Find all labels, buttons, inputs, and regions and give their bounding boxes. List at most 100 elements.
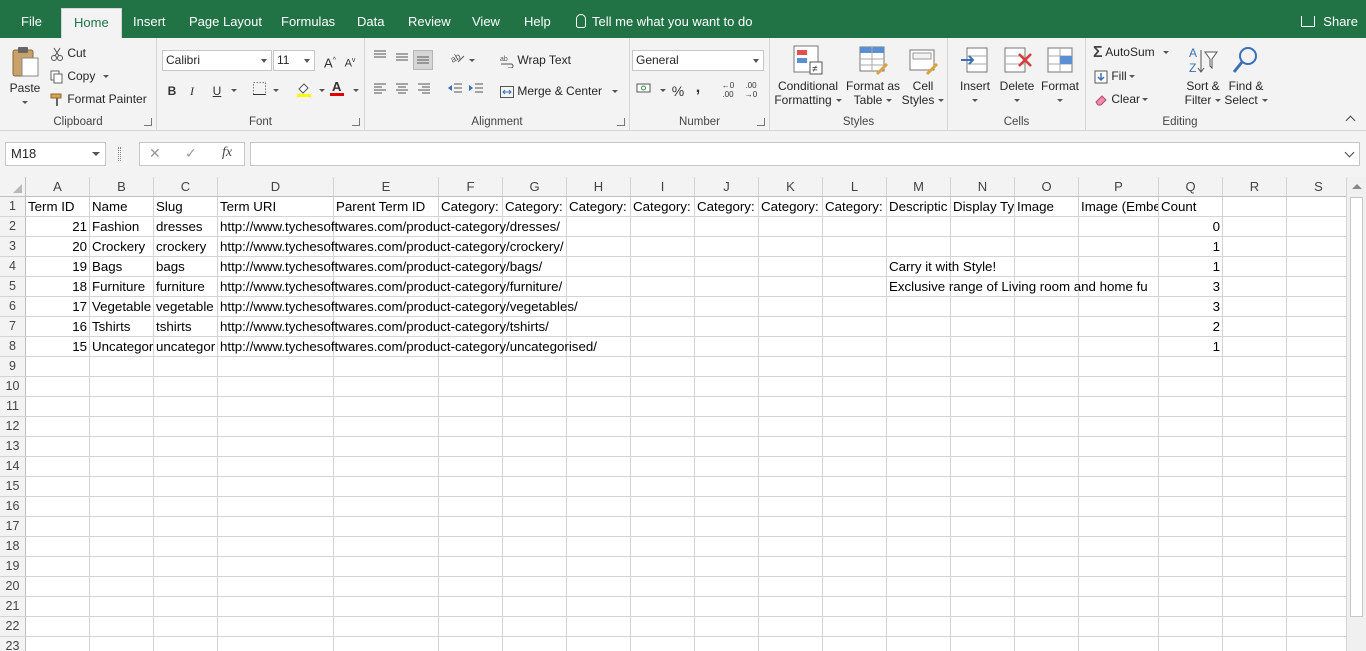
cell-o4[interactable]	[1015, 257, 1079, 277]
cell-p22[interactable]	[1079, 617, 1159, 637]
align-right-button[interactable]	[414, 81, 434, 101]
cell-c15[interactable]	[154, 477, 218, 497]
cell-l14[interactable]	[823, 457, 887, 477]
cell-j16[interactable]	[695, 497, 759, 517]
row-header-23[interactable]: 23	[0, 637, 26, 651]
cell-s21[interactable]	[1287, 597, 1346, 617]
tab-review[interactable]: Review	[406, 8, 453, 38]
cell-i4[interactable]	[631, 257, 695, 277]
cell-q6[interactable]: 3	[1159, 297, 1223, 317]
row-header-20[interactable]: 20	[0, 577, 26, 597]
cell-e14[interactable]	[334, 457, 439, 477]
row-header-9[interactable]: 9	[0, 357, 26, 377]
tab-insert[interactable]: Insert	[131, 8, 168, 38]
decrease-font-size-button[interactable]: Av	[340, 51, 360, 71]
row-header-4[interactable]: 4	[0, 257, 26, 277]
cell-s5[interactable]	[1287, 277, 1346, 297]
cell-r15[interactable]	[1223, 477, 1287, 497]
column-header-c[interactable]: C	[154, 177, 218, 197]
cell-e20[interactable]	[334, 577, 439, 597]
cell-r14[interactable]	[1223, 457, 1287, 477]
row-header-11[interactable]: 11	[0, 397, 26, 417]
cell-h3[interactable]	[567, 237, 631, 257]
cell-k21[interactable]	[759, 597, 823, 617]
cell-r22[interactable]	[1223, 617, 1287, 637]
cell-o20[interactable]	[1015, 577, 1079, 597]
increase-indent-button[interactable]	[466, 81, 486, 101]
cell-i3[interactable]	[631, 237, 695, 257]
cell-m15[interactable]	[887, 477, 951, 497]
cell-n6[interactable]	[951, 297, 1015, 317]
cell-r3[interactable]	[1223, 237, 1287, 257]
cell-n23[interactable]	[951, 637, 1015, 651]
cell-c4[interactable]: bags	[154, 257, 218, 277]
cell-o18[interactable]	[1015, 537, 1079, 557]
cell-l9[interactable]	[823, 357, 887, 377]
cell-i18[interactable]	[631, 537, 695, 557]
cell-l20[interactable]	[823, 577, 887, 597]
cell-a12[interactable]	[26, 417, 90, 437]
cell-q9[interactable]	[1159, 357, 1223, 377]
cell-h21[interactable]	[567, 597, 631, 617]
conditional-formatting-button[interactable]: ≠ Conditional Formatting	[773, 44, 843, 107]
cell-p8[interactable]	[1079, 337, 1159, 357]
borders-button[interactable]	[249, 81, 269, 101]
cell-m17[interactable]	[887, 517, 951, 537]
share-button[interactable]: Share	[1301, 8, 1358, 36]
cell-a22[interactable]	[26, 617, 90, 637]
cell-e22[interactable]	[334, 617, 439, 637]
cell-e18[interactable]	[334, 537, 439, 557]
cell-m6[interactable]	[887, 297, 951, 317]
comma-style-button[interactable]: ,	[688, 78, 708, 98]
cell-i20[interactable]	[631, 577, 695, 597]
cell-o15[interactable]	[1015, 477, 1079, 497]
cell-q14[interactable]	[1159, 457, 1223, 477]
cell-a9[interactable]	[26, 357, 90, 377]
cell-d14[interactable]	[218, 457, 334, 477]
cell-d15[interactable]	[218, 477, 334, 497]
cell-o11[interactable]	[1015, 397, 1079, 417]
row-header-18[interactable]: 18	[0, 537, 26, 557]
cell-i1[interactable]: Category:	[631, 197, 695, 217]
column-header-q[interactable]: Q	[1159, 177, 1223, 197]
cell-j17[interactable]	[695, 517, 759, 537]
cell-d3[interactable]: http://www.tychesoftwares.com/product-ca…	[218, 237, 564, 257]
cell-l22[interactable]	[823, 617, 887, 637]
paste-button[interactable]: Paste	[6, 46, 44, 109]
cell-o3[interactable]	[1015, 237, 1079, 257]
cell-d12[interactable]	[218, 417, 334, 437]
cell-r2[interactable]	[1223, 217, 1287, 237]
cell-l1[interactable]: Category:	[823, 197, 887, 217]
tab-page-layout[interactable]: Page Layout	[187, 8, 264, 38]
cell-b14[interactable]	[90, 457, 154, 477]
cell-g11[interactable]	[503, 397, 567, 417]
cell-styles-button[interactable]: Cell Styles	[901, 44, 945, 107]
cell-a2[interactable]: 21	[26, 217, 90, 237]
cell-m18[interactable]	[887, 537, 951, 557]
cell-p11[interactable]	[1079, 397, 1159, 417]
cell-b11[interactable]	[90, 397, 154, 417]
cell-p9[interactable]	[1079, 357, 1159, 377]
font-launcher-icon[interactable]	[352, 118, 360, 126]
cell-p19[interactable]	[1079, 557, 1159, 577]
percent-style-button[interactable]: %	[668, 81, 688, 101]
cell-r5[interactable]	[1223, 277, 1287, 297]
cell-i15[interactable]	[631, 477, 695, 497]
row-header-7[interactable]: 7	[0, 317, 26, 337]
cell-b13[interactable]	[90, 437, 154, 457]
cell-o19[interactable]	[1015, 557, 1079, 577]
cell-i13[interactable]	[631, 437, 695, 457]
underline-button[interactable]: U	[207, 81, 227, 101]
cell-b23[interactable]	[90, 637, 154, 651]
cell-p1[interactable]: Image (Embe	[1079, 197, 1159, 217]
cell-p10[interactable]	[1079, 377, 1159, 397]
cell-j18[interactable]	[695, 537, 759, 557]
number-format-select[interactable]: General	[632, 50, 764, 71]
cell-b17[interactable]	[90, 517, 154, 537]
cell-l15[interactable]	[823, 477, 887, 497]
cell-d22[interactable]	[218, 617, 334, 637]
cell-p18[interactable]	[1079, 537, 1159, 557]
cell-h10[interactable]	[567, 377, 631, 397]
cell-n3[interactable]	[951, 237, 1015, 257]
cell-h12[interactable]	[567, 417, 631, 437]
